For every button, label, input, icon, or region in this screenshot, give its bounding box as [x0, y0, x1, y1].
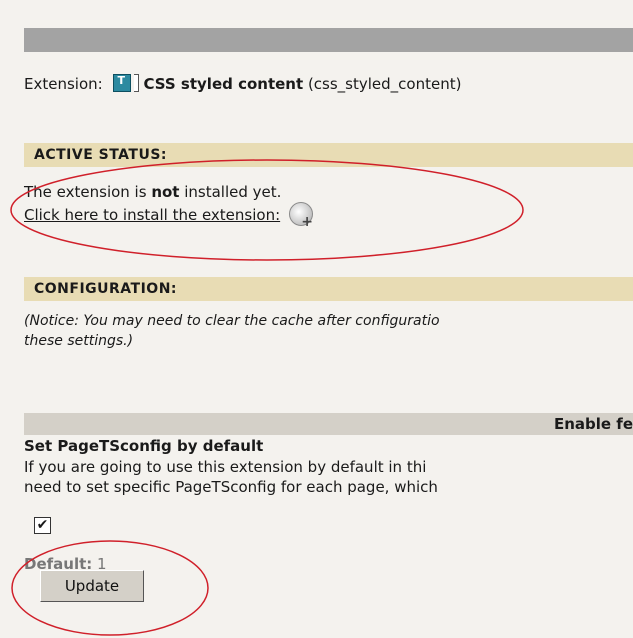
extension-icon-letter: T [117, 74, 125, 87]
configuration-heading-text: CONFIGURATION: [34, 281, 178, 297]
install-status-text: The extension is not installed yet. [24, 183, 281, 201]
status-prefix: The extension is [24, 183, 152, 201]
document-icon [134, 74, 140, 92]
extension-row: Extension: T CSS styled content (css_styl… [24, 74, 461, 93]
install-extension-link[interactable]: Click here to install the extension: [24, 206, 280, 224]
enable-features-label: Enable fe [553, 415, 633, 433]
extension-name: CSS styled content [143, 75, 304, 93]
pagetsconfig-checkbox[interactable]: ✔ [34, 517, 51, 534]
configuration-notice-line2: these settings.) [24, 333, 133, 349]
top-header-bar [24, 28, 633, 52]
extension-key: (css_styled_content) [307, 75, 462, 93]
notice-text: You may need to clear the cache after co… [78, 313, 440, 329]
active-status-heading: ACTIVE STATUS: [24, 143, 633, 167]
extension-label: Extension: [24, 75, 103, 93]
extension-icon: T [113, 74, 132, 92]
notice-word: Notice: [29, 313, 79, 329]
add-plus-glyph: + [301, 214, 313, 230]
update-button[interactable]: Update [40, 570, 144, 602]
notice-line2: these settings. [24, 333, 128, 349]
configuration-heading: CONFIGURATION: [24, 277, 633, 301]
install-link-row[interactable]: Click here to install the extension: + [24, 202, 313, 230]
configuration-notice-line1: (Notice: You may need to clear the cache… [24, 313, 440, 329]
enable-features-bar: Enable fe [24, 413, 633, 435]
setting-description-line1: If you are going to use this extension b… [24, 458, 427, 476]
status-suffix: installed yet. [179, 183, 282, 201]
setting-description-line2: need to set specific PageTSconfig for ea… [24, 478, 438, 496]
active-status-heading-text: ACTIVE STATUS: [34, 147, 168, 163]
notice-close: ) [127, 333, 134, 349]
install-add-icon[interactable]: + [288, 202, 313, 230]
status-bold: not [151, 183, 180, 201]
setting-title: Set PageTSconfig by default [24, 437, 264, 455]
